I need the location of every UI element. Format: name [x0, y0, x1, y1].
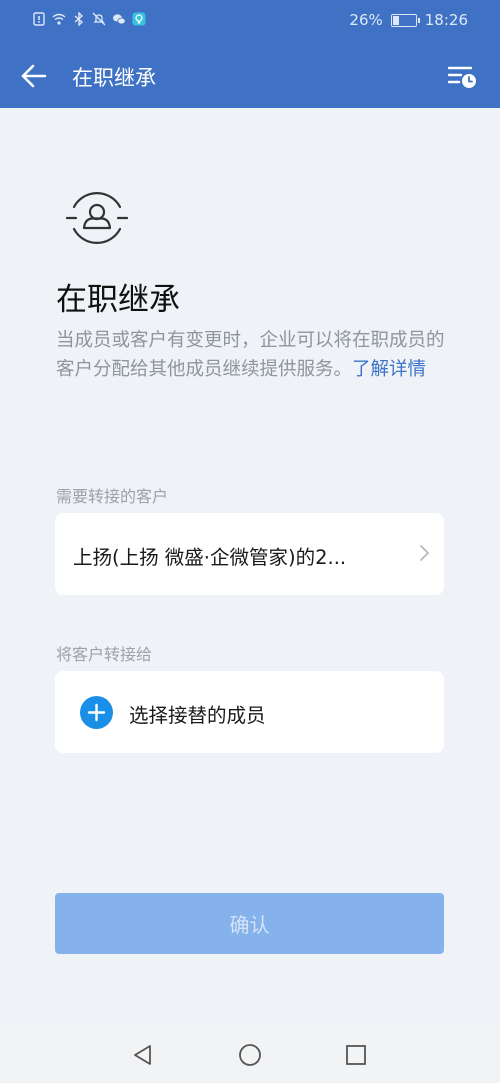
wifi-icon — [52, 13, 66, 25]
nav-recents-icon[interactable] — [344, 1043, 368, 1067]
wechat-icon — [113, 14, 126, 25]
nav-home-icon[interactable] — [238, 1043, 262, 1067]
status-bar: 26% 18:26 — [0, 0, 500, 44]
battery-fill — [392, 15, 399, 25]
header-bar: 在职继承 — [0, 44, 500, 108]
select-member-button[interactable]: 选择接替的成员 — [55, 671, 444, 753]
status-icons — [32, 12, 146, 26]
status-right: 26% 18:26 — [349, 11, 468, 29]
sim-icon — [33, 12, 45, 26]
battery-percent: 26% — [349, 11, 383, 29]
system-nav-bar — [0, 1026, 500, 1083]
user-transfer-icon — [65, 192, 129, 244]
notification-icon — [132, 12, 146, 26]
plus-icon — [87, 703, 106, 722]
header-title: 在职继承 — [72, 66, 156, 90]
customers-value: 上扬(上扬 微盛·企微管家)的2... — [73, 546, 347, 569]
customers-selector[interactable]: 上扬(上扬 微盛·企微管家)的2... — [55, 513, 444, 595]
page-title: 在职继承 — [56, 282, 180, 318]
confirm-button[interactable]: 确认 — [55, 893, 444, 954]
clock: 18:26 — [424, 11, 468, 29]
battery-icon — [390, 13, 420, 27]
arrow-left-icon — [21, 64, 47, 88]
mute-icon — [92, 12, 106, 26]
back-button[interactable] — [16, 58, 52, 94]
customers-section-label: 需要转接的客户 — [56, 487, 169, 506]
learn-more-link[interactable]: 了解详情 — [352, 359, 426, 380]
chevron-right-icon — [420, 545, 429, 561]
page-description: 当成员或客户有变更时，企业可以将在职成员的客户分配给其他成员继续提供服务。了解详… — [56, 326, 448, 384]
history-menu-button[interactable] — [446, 60, 478, 92]
add-member-button[interactable] — [80, 696, 113, 729]
nav-back-icon[interactable] — [131, 1043, 155, 1067]
list-clock-icon — [447, 66, 476, 88]
transfer-section-label: 将客户转接给 — [56, 645, 153, 664]
bluetooth-icon — [74, 12, 84, 26]
select-member-label: 选择接替的成员 — [129, 704, 266, 727]
